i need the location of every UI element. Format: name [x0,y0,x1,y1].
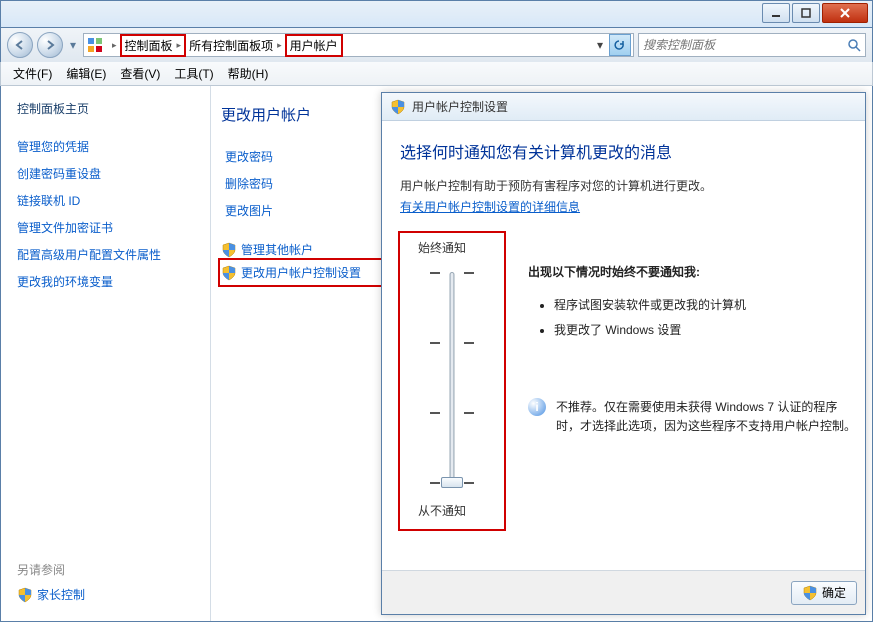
parental-controls-link[interactable]: 家长控制 [11,582,200,607]
change-password-link[interactable]: 更改密码 [221,143,381,170]
uac-recommend-text: 不推荐。仅在需要使用未获得 Windows 7 认证的程序时，才选择此选项，因为… [556,398,861,436]
slider-top-label: 始终通知 [410,239,494,256]
shield-icon [221,242,237,258]
uac-body: 选择何时通知您有关计算机更改的消息 用户帐户控制有助于预防有害程序对您的计算机进… [382,121,865,570]
shield-icon [221,265,237,281]
uac-more-info-link[interactable]: 有关用户帐户控制设置的详细信息 [400,198,580,215]
uac-recommend: i 不推荐。仅在需要使用未获得 Windows 7 认证的程序时，才选择此选项，… [528,398,865,436]
refresh-button[interactable] [609,34,631,56]
uac-settings-window: 用户帐户控制设置 选择何时通知您有关计算机更改的消息 用户帐户控制有助于预防有害… [381,92,866,615]
action-label: 管理其他帐户 [241,241,313,258]
slider-thumb[interactable] [441,477,463,488]
menu-tools[interactable]: 工具(T) [168,63,219,84]
search-box[interactable] [638,33,866,57]
body: 控制面板主页 管理您的凭据 创建密码重设盘 链接联机 ID 管理文件加密证书 配… [0,86,873,622]
info-icon: i [528,398,546,416]
remove-password-link[interactable]: 删除密码 [221,170,381,197]
change-uac-settings-link[interactable]: 更改用户帐户控制设置 [221,261,381,284]
uac-message-heading: 出现以下情况时始终不要通知我: [528,263,865,280]
close-button[interactable] [822,3,868,23]
ok-label: 确定 [822,584,846,601]
sidebar-link[interactable]: 更改我的环境变量 [11,268,200,295]
address-bar[interactable]: ▸ 控制面板▸ 所有控制面板项▸ 用户帐户 ▾ [83,33,634,57]
control-panel-home[interactable]: 控制面板主页 [11,100,200,117]
slider-bottom-label: 从不通知 [410,502,494,519]
window-titlebar [0,0,873,28]
breadcrumb-all-items[interactable]: 所有控制面板项▸ [185,35,286,56]
uac-message: 出现以下情况时始终不要通知我: 程序试图安装软件或更改我的计算机 我更改了 Wi… [528,233,865,436]
menu-file[interactable]: 文件(F) [7,63,58,84]
menu-edit[interactable]: 编辑(E) [60,63,112,84]
uac-window-title: 用户帐户控制设置 [382,93,865,121]
ok-button[interactable]: 确定 [791,581,857,605]
breadcrumb-label: 用户帐户 [290,37,338,54]
manage-accounts-link[interactable]: 管理其他帐户 [221,238,381,261]
uac-footer: 确定 [382,570,865,614]
control-panel-icon [86,36,104,54]
uac-slider[interactable] [422,264,482,494]
uac-slider-box: 始终通知 从不通知 [400,233,504,529]
page-title: 更改用户帐户 [221,104,381,125]
see-also-heading: 另请参阅 [11,557,200,582]
uac-desc: 用户帐户控制有助于预防有害程序对您的计算机进行更改。 [400,177,865,194]
shield-icon [802,585,818,601]
breadcrumb-label: 控制面板 [125,37,173,54]
uac-bullet: 我更改了 Windows 设置 [554,317,865,342]
menu-bar: 文件(F) 编辑(E) 查看(V) 工具(T) 帮助(H) [0,62,873,86]
breadcrumb-label: 所有控制面板项 [189,37,273,54]
user-accounts-pane: 更改用户帐户 更改密码 删除密码 更改图片 管理其他帐户 更改用户帐户控制设置 [211,86,381,621]
shield-icon [17,587,33,603]
parental-label: 家长控制 [37,586,85,603]
minimize-button[interactable] [762,3,790,23]
uac-slider-area: 始终通知 从不通知 出现以下情况时始终不要通知我: 程序试图安装软件或更改我 [400,233,865,529]
shield-icon [390,99,406,115]
menu-help[interactable]: 帮助(H) [222,63,275,84]
forward-button[interactable] [37,32,63,58]
sidebar-link[interactable]: 链接联机 ID [11,187,200,214]
control-panel-sidebar: 控制面板主页 管理您的凭据 创建密码重设盘 链接联机 ID 管理文件加密证书 配… [1,86,211,621]
uac-heading: 选择何时通知您有关计算机更改的消息 [400,139,865,163]
search-icon [847,38,861,52]
change-picture-link[interactable]: 更改图片 [221,197,381,224]
sidebar-link[interactable]: 创建密码重设盘 [11,160,200,187]
uac-bullet: 程序试图安装软件或更改我的计算机 [554,292,865,317]
menu-view[interactable]: 查看(V) [114,63,166,84]
address-dropdown-icon[interactable]: ▾ [593,38,607,52]
uac-title-label: 用户帐户控制设置 [412,98,508,115]
action-label: 更改用户帐户控制设置 [241,264,361,281]
address-row: ▾ ▸ 控制面板▸ 所有控制面板项▸ 用户帐户 ▾ [0,28,873,62]
breadcrumb-control-panel[interactable]: 控制面板▸ [121,35,186,56]
breadcrumb-root-arrow[interactable]: ▸ [106,38,121,53]
history-dropdown[interactable]: ▾ [67,35,79,55]
back-button[interactable] [7,32,33,58]
sidebar-link[interactable]: 管理您的凭据 [11,133,200,160]
breadcrumb-user-accounts[interactable]: 用户帐户 [286,35,342,56]
maximize-button[interactable] [792,3,820,23]
search-input[interactable] [643,38,847,52]
sidebar-link[interactable]: 配置高级用户配置文件属性 [11,241,200,268]
sidebar-link[interactable]: 管理文件加密证书 [11,214,200,241]
